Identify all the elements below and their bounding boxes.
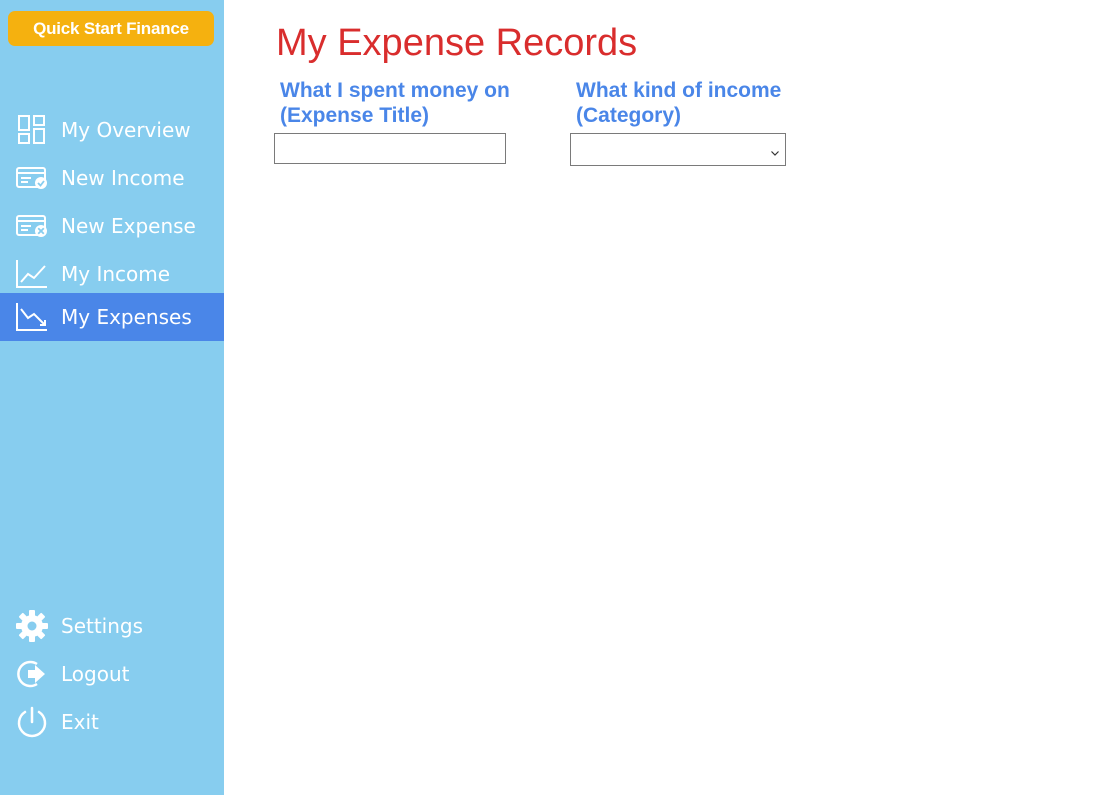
chevron-down-icon xyxy=(769,144,781,156)
sidebar-item-label: New Income xyxy=(61,166,185,190)
card-minus-icon xyxy=(15,209,49,243)
sidebar-item-new-income[interactable]: New Income xyxy=(0,154,224,202)
gear-icon xyxy=(15,609,49,643)
sidebar-item-label: Settings xyxy=(61,614,144,638)
sidebar-item-label: My Income xyxy=(61,262,171,286)
category-label-line1: What kind of income xyxy=(576,79,782,102)
category-select[interactable] xyxy=(570,133,786,166)
sidebar-item-logout[interactable]: Logout xyxy=(0,650,224,698)
sidebar-item-new-expense[interactable]: New Expense xyxy=(0,202,224,250)
sidebar-item-settings[interactable]: Settings xyxy=(0,602,224,650)
sidebar-item-my-income[interactable]: My Income xyxy=(0,250,224,298)
expense-title-input[interactable] xyxy=(274,133,506,164)
sidebar-item-my-expenses[interactable]: My Expenses xyxy=(0,293,224,341)
sidebar-item-label: New Expense xyxy=(61,214,196,238)
sidebar-item-label: My Overview xyxy=(61,118,191,142)
category-label-line2: (Category) xyxy=(576,104,682,127)
power-icon xyxy=(15,705,49,739)
category-label: What kind of income (Category) xyxy=(576,78,781,128)
card-check-icon xyxy=(15,161,49,195)
chart-down-icon xyxy=(15,300,49,334)
sidebar-item-label: Exit xyxy=(61,710,99,734)
page-title: My Expense Records xyxy=(276,22,638,64)
chart-up-icon xyxy=(15,257,49,291)
sidebar-item-label: My Expenses xyxy=(61,305,192,329)
sidebar: Quick Start Finance My Overview New Inco… xyxy=(0,0,224,795)
sidebar-item-label: Logout xyxy=(61,662,130,686)
dashboard-icon xyxy=(15,113,49,147)
expense-title-label: What I spent money on (Expense Title) xyxy=(280,78,510,128)
sidebar-item-exit[interactable]: Exit xyxy=(0,698,224,746)
expense-title-label-line2: (Expense Title) xyxy=(280,104,429,127)
expense-title-label-line1: What I spent money on xyxy=(280,79,510,102)
logout-icon xyxy=(15,657,49,691)
brand-logo[interactable]: Quick Start Finance xyxy=(8,11,214,46)
sidebar-item-my-overview[interactable]: My Overview xyxy=(0,106,224,154)
